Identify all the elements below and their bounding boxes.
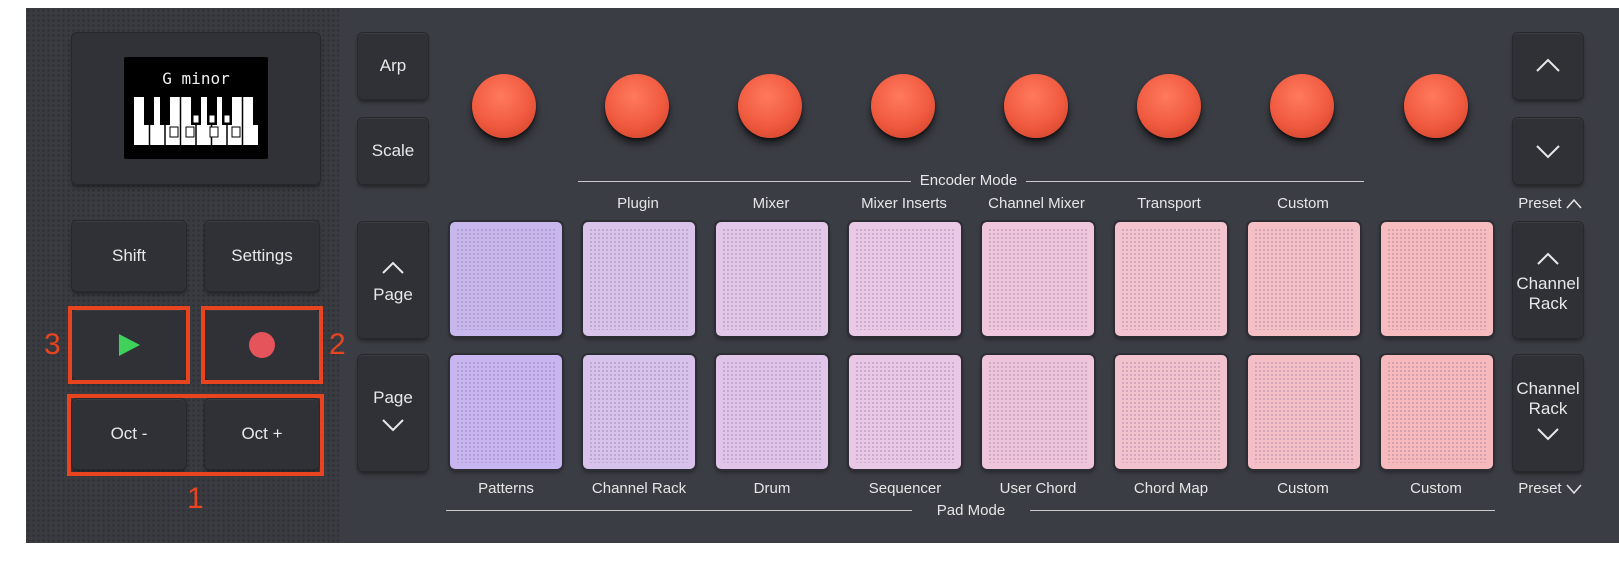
pad-7[interactable]: [1248, 222, 1360, 336]
channel-rack-down-button[interactable]: Channel Rack: [1513, 355, 1583, 471]
page-up-label: Page: [373, 285, 413, 304]
scale-button[interactable]: Scale: [358, 118, 428, 184]
pad-9[interactable]: [450, 355, 562, 469]
settings-button[interactable]: Settings: [205, 221, 319, 291]
chevron-up-icon: [1537, 252, 1559, 265]
preset-down-label: Preset: [1510, 480, 1590, 497]
pad-2[interactable]: [583, 222, 695, 336]
encoder-mode-plugin: Plugin: [617, 195, 659, 212]
encoder-mode-title: Encoder Mode: [919, 172, 1018, 189]
chevron-down-icon: [1566, 484, 1582, 495]
encoder-mode-line-right: [1026, 181, 1364, 182]
pad-12[interactable]: [849, 355, 961, 469]
pad-8[interactable]: [1381, 222, 1493, 336]
pad-mode-custom-2: Custom: [1410, 480, 1462, 497]
pad-mode-title: Pad Mode: [936, 502, 1006, 519]
arp-label: Arp: [379, 56, 407, 75]
highlight-record: [201, 306, 323, 384]
channel-rack-down-line2: Rack: [1528, 399, 1568, 418]
channel-rack-up-button[interactable]: Channel Rack: [1513, 222, 1583, 338]
callout-2: 2: [329, 328, 346, 361]
pad-5[interactable]: [982, 222, 1094, 336]
preset-up-label: Preset: [1510, 195, 1590, 212]
preset-down-text: Preset: [1518, 480, 1562, 497]
shift-button[interactable]: Shift: [72, 221, 186, 291]
highlight-play: [68, 306, 190, 384]
chevron-up-icon: [1566, 198, 1582, 209]
encoder-mode-mixer-inserts: Mixer Inserts: [861, 195, 947, 212]
page-down-label: Page: [373, 388, 413, 407]
encoder-knob-7[interactable]: [1270, 74, 1334, 138]
shift-label: Shift: [111, 246, 147, 265]
pad-mode-custom-1: Custom: [1277, 480, 1329, 497]
encoder-knob-5[interactable]: [1004, 74, 1068, 138]
pad-10[interactable]: [583, 355, 695, 469]
pad-4[interactable]: [849, 222, 961, 336]
pad-mode-line-left: [446, 510, 912, 511]
channel-rack-down-line1: Channel: [1516, 379, 1580, 398]
chevron-down-icon: [1537, 428, 1559, 441]
encoder-mode-custom: Custom: [1277, 195, 1329, 212]
preset-up-button[interactable]: [1513, 33, 1583, 99]
highlight-octave: [67, 394, 324, 476]
pad-13[interactable]: [982, 355, 1094, 469]
encoder-mode-channel-mixer: Channel Mixer: [988, 195, 1085, 212]
preset-down-button[interactable]: [1513, 118, 1583, 184]
encoder-mode-mixer: Mixer: [752, 195, 790, 212]
chevron-up-icon: [1536, 58, 1560, 72]
pad-mode-line-right: [1030, 510, 1495, 511]
pad-11[interactable]: [716, 355, 828, 469]
encoder-knob-6[interactable]: [1137, 74, 1201, 138]
arp-button[interactable]: Arp: [358, 33, 428, 99]
encoder-knob-8[interactable]: [1404, 74, 1468, 138]
callout-1: 1: [187, 482, 204, 515]
chevron-down-icon: [382, 419, 404, 432]
pad-1[interactable]: [450, 222, 562, 336]
pad-14[interactable]: [1115, 355, 1227, 469]
display-scale-text: G minor: [162, 69, 230, 88]
pad-mode-drum: Drum: [753, 480, 791, 497]
callout-3: 3: [44, 328, 61, 361]
pad-mode-chord-map: Chord Map: [1133, 480, 1209, 497]
pad-6[interactable]: [1115, 222, 1227, 336]
pad-mode-channel-rack: Channel Rack: [591, 480, 687, 497]
encoder-knob-4[interactable]: [871, 74, 935, 138]
pad-15[interactable]: [1248, 355, 1360, 469]
scale-label: Scale: [371, 141, 415, 160]
channel-rack-up-line2: Rack: [1528, 294, 1568, 313]
page-down-button[interactable]: Page: [358, 355, 428, 471]
encoder-knob-3[interactable]: [738, 74, 802, 138]
encoder-mode-line-left: [578, 181, 911, 182]
encoder-knob-1[interactable]: [472, 74, 536, 138]
chevron-down-icon: [1536, 145, 1560, 159]
channel-rack-up-line1: Channel: [1516, 274, 1580, 293]
piano-keyboard-icon: [134, 97, 258, 145]
pad-3[interactable]: [716, 222, 828, 336]
page-up-button[interactable]: Page: [358, 222, 428, 338]
encoder-knob-2[interactable]: [605, 74, 669, 138]
encoder-mode-transport: Transport: [1137, 195, 1201, 212]
pad-mode-sequencer: Sequencer: [868, 480, 942, 497]
chevron-up-icon: [382, 261, 404, 274]
preset-up-text: Preset: [1518, 195, 1562, 212]
oled-display: G minor: [124, 57, 268, 159]
pad-mode-patterns: Patterns: [478, 480, 534, 497]
pad-mode-user-chord: User Chord: [999, 480, 1077, 497]
pad-16[interactable]: [1381, 355, 1493, 469]
settings-label: Settings: [231, 246, 293, 265]
